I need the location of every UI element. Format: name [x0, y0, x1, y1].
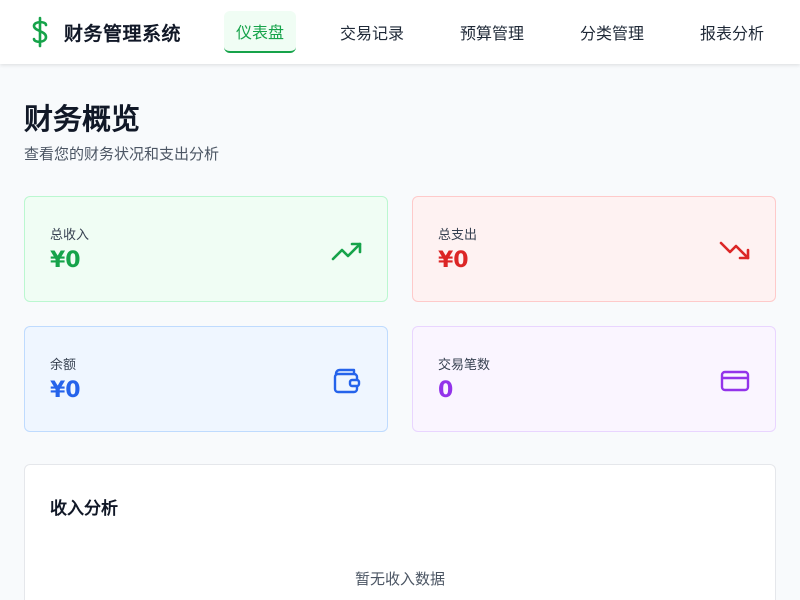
balance-card: 余额 ¥0: [24, 326, 388, 432]
transaction-count-value: 0: [438, 378, 454, 403]
credit-card-icon: [720, 370, 750, 392]
tab-dashboard[interactable]: 仪表盘: [224, 11, 296, 53]
transaction-count-card: 交易笔数 0: [412, 326, 776, 432]
balance-label: 余额: [50, 358, 77, 373]
brand[interactable]: 财务管理系统: [28, 16, 181, 48]
tab-budget[interactable]: 预算管理: [448, 11, 536, 53]
dollar-icon: [32, 16, 48, 48]
balance-value: ¥0: [50, 378, 81, 403]
income-value: ¥0: [50, 248, 81, 273]
trending-down-icon: [719, 241, 750, 260]
tab-transactions[interactable]: 交易记录: [328, 11, 416, 53]
income-analysis-panel: 收入分析 暂无收入数据: [24, 464, 776, 600]
top-navbar: 财务管理系统 仪表盘 交易记录 预算管理 分类管理 报表分析: [0, 0, 800, 64]
income-empty-message: 暂无收入数据: [354, 570, 445, 588]
income-label: 总收入: [50, 228, 90, 243]
income-analysis-title: 收入分析: [50, 499, 118, 519]
income-card: 总收入 ¥0: [24, 196, 388, 302]
trending-up-icon: [331, 242, 362, 261]
page-title: 财务概览: [24, 102, 141, 136]
tab-reports[interactable]: 报表分析: [688, 11, 776, 53]
expense-label: 总支出: [438, 228, 478, 243]
page-subtitle: 查看您的财务状况和支出分析: [24, 145, 220, 163]
app-title: 财务管理系统: [64, 22, 182, 45]
tab-categories[interactable]: 分类管理: [568, 11, 656, 53]
transaction-count-label: 交易笔数: [438, 358, 491, 373]
expense-value: ¥0: [438, 248, 469, 273]
expense-card: 总支出 ¥0: [412, 196, 776, 302]
wallet-icon: [333, 368, 361, 394]
